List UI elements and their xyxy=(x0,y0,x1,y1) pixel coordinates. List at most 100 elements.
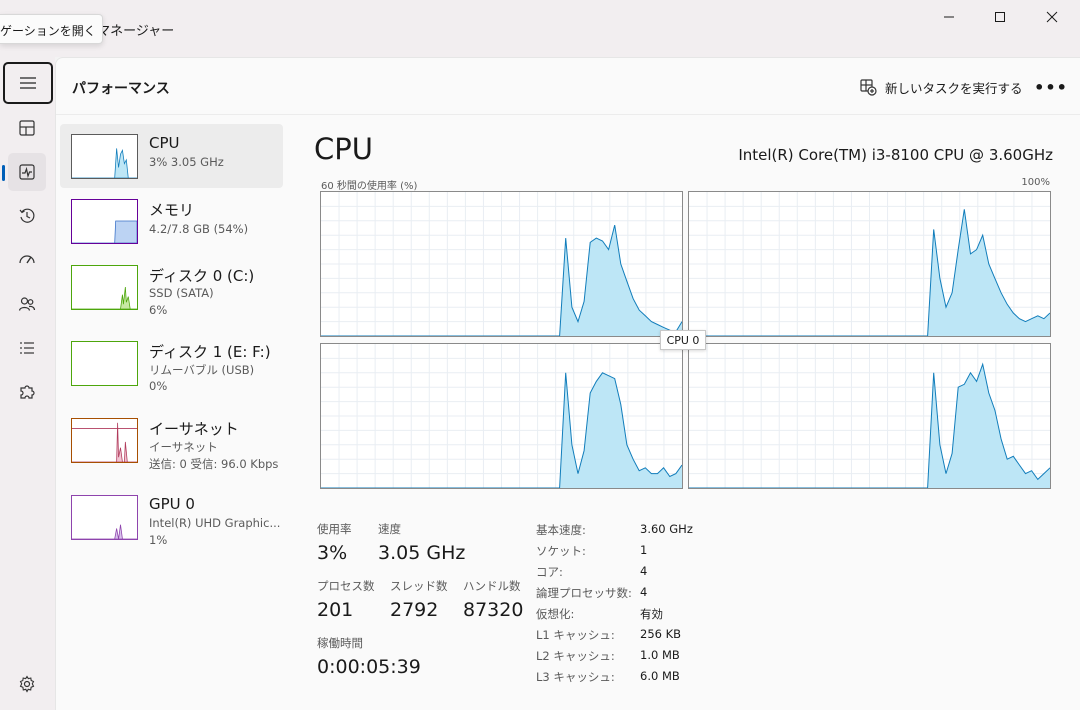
device-thumbnail xyxy=(71,495,138,540)
spec-key: L1 キャッシュ: xyxy=(536,628,615,642)
device-item-gpu0[interactable]: GPU 0 Intel(R) UHD Graphic... 1% xyxy=(60,485,283,549)
thread-count-label: スレッド数 xyxy=(390,579,448,593)
cpu-graph-2[interactable] xyxy=(320,343,683,489)
title-bar: ク マネージャー xyxy=(0,0,1080,57)
spec-value: 1 xyxy=(640,543,648,557)
spec-value: 3.60 GHz xyxy=(640,522,693,536)
history-icon xyxy=(19,208,35,223)
spec-key: 仮想化: xyxy=(536,607,575,621)
cpu-graph-3[interactable] xyxy=(688,343,1051,489)
maximize-icon xyxy=(995,12,1005,22)
device-item-memory[interactable]: メモリ 4.2/7.8 GB (54%) xyxy=(60,189,283,253)
graph-axis-label: 60 秒間の使用率 (%) xyxy=(321,181,418,192)
device-subtitle: リムーバブル (USB) xyxy=(149,363,255,377)
cpu-graph-1[interactable] xyxy=(688,191,1051,337)
speed-value: 3.05 GHz xyxy=(378,542,466,564)
nav-startup-apps[interactable] xyxy=(8,241,46,279)
nav-details[interactable] xyxy=(8,329,46,367)
handle-count-label: ハンドル数 xyxy=(463,579,521,593)
list-icon xyxy=(20,342,34,354)
nav-services[interactable] xyxy=(8,373,46,411)
gear-icon xyxy=(19,675,35,693)
usage-label: 使用率 xyxy=(317,522,352,536)
spec-key: 基本速度: xyxy=(536,523,586,537)
minimize-icon xyxy=(944,16,954,18)
spec-value: 有効 xyxy=(640,607,663,621)
spec-value: 256 KB xyxy=(640,627,682,641)
handle-count-value: 87320 xyxy=(463,599,524,621)
device-name: ディスク 0 (C:) xyxy=(149,267,255,285)
cpu0-tooltip: CPU 0 xyxy=(660,330,706,350)
spec-key: L3 キャッシュ: xyxy=(536,670,615,684)
navigation-rail xyxy=(0,57,55,710)
spec-value: 6.0 MB xyxy=(640,669,680,683)
device-item-cpu[interactable]: CPU 3% 3.05 GHz xyxy=(60,124,283,188)
device-usage: 0% xyxy=(149,379,168,393)
device-thumbnail xyxy=(71,341,138,386)
nav-app-history[interactable] xyxy=(8,197,46,235)
close-button[interactable] xyxy=(1029,0,1075,34)
device-item-disk1[interactable]: ディスク 1 (E: F:) リムーバブル (USB) 0% xyxy=(60,331,283,395)
cpu-graph-svg xyxy=(321,192,682,336)
uptime-label: 稼働時間 xyxy=(317,636,363,650)
page-title: パフォーマンス xyxy=(72,81,170,97)
spec-value: 4 xyxy=(640,585,648,599)
process-count-label: プロセス数 xyxy=(317,579,375,593)
speedometer-icon xyxy=(19,255,35,264)
device-subtitle: Intel(R) UHD Graphic... xyxy=(149,516,281,530)
puzzle-icon xyxy=(20,385,35,399)
device-subtitle: 4.2/7.8 GB (54%) xyxy=(149,222,249,236)
run-new-task-button[interactable]: 新しいタスクを実行する xyxy=(859,74,1023,100)
settings-button[interactable] xyxy=(8,665,46,703)
cpu-graph-0[interactable] xyxy=(320,191,683,337)
spec-key: ソケット: xyxy=(536,544,586,558)
header-divider xyxy=(56,114,1080,115)
device-name: メモリ xyxy=(149,201,195,219)
cpu-model: Intel(R) Core(TM) i3-8100 CPU @ 3.60GHz xyxy=(738,146,1053,164)
more-options-button[interactable]: ••• xyxy=(1034,72,1068,102)
device-usage: 1% xyxy=(149,533,168,547)
device-thumbnail xyxy=(71,199,138,244)
graph-max-label: 100% xyxy=(1021,177,1050,188)
spec-value: 4 xyxy=(640,564,648,578)
hamburger-icon xyxy=(20,77,36,89)
device-name: ディスク 1 (E: F:) xyxy=(149,343,271,361)
spec-value: 1.0 MB xyxy=(640,648,680,662)
main-content: パフォーマンス 新しいタスクを実行する ••• CPU 3% 3.05 GHz … xyxy=(55,57,1080,710)
performance-icon xyxy=(19,164,35,180)
users-icon xyxy=(18,297,36,311)
device-thumbnail xyxy=(71,134,138,179)
spec-key: 論理プロセッサ数: xyxy=(536,586,632,600)
device-name: GPU 0 xyxy=(149,495,195,513)
device-subtitle: 3% 3.05 GHz xyxy=(149,155,224,169)
hamburger-menu-button[interactable] xyxy=(3,62,53,104)
maximize-button[interactable] xyxy=(977,0,1023,34)
spec-key: L2 キャッシュ: xyxy=(536,649,615,663)
device-thumbnail xyxy=(71,265,138,310)
navigation-tooltip: ゲーションを開く xyxy=(0,14,103,44)
device-name: CPU xyxy=(149,134,180,152)
cpu-graph-svg xyxy=(689,344,1050,488)
uptime-value: 0:00:05:39 xyxy=(317,656,421,678)
device-throughput: 送信: 0 受信: 96.0 Kbps xyxy=(149,457,279,471)
active-indicator xyxy=(2,165,5,181)
new-task-icon xyxy=(860,79,877,96)
run-new-task-label: 新しいタスクを実行する xyxy=(885,80,1023,96)
device-item-disk0[interactable]: ディスク 0 (C:) SSD (SATA) 6% xyxy=(60,255,283,319)
cpu-graph-svg xyxy=(689,192,1050,336)
nav-users[interactable] xyxy=(8,285,46,323)
nav-processes[interactable] xyxy=(8,109,46,147)
device-subtitle: SSD (SATA) xyxy=(149,286,214,300)
device-item-ethernet[interactable]: イーサネット イーサネット 送信: 0 受信: 96.0 Kbps xyxy=(60,408,283,472)
cpu-graph-svg xyxy=(321,344,682,488)
device-usage: 6% xyxy=(149,303,168,317)
device-subtitle: イーサネット xyxy=(149,440,218,454)
cpu-title: CPU xyxy=(314,132,373,166)
device-name: イーサネット xyxy=(149,420,239,438)
device-thumbnail xyxy=(71,418,138,463)
thread-count-value: 2792 xyxy=(390,599,439,621)
minimize-button[interactable] xyxy=(926,0,972,34)
spec-key: コア: xyxy=(536,565,563,579)
speed-label: 速度 xyxy=(378,522,401,536)
nav-performance[interactable] xyxy=(8,153,46,191)
